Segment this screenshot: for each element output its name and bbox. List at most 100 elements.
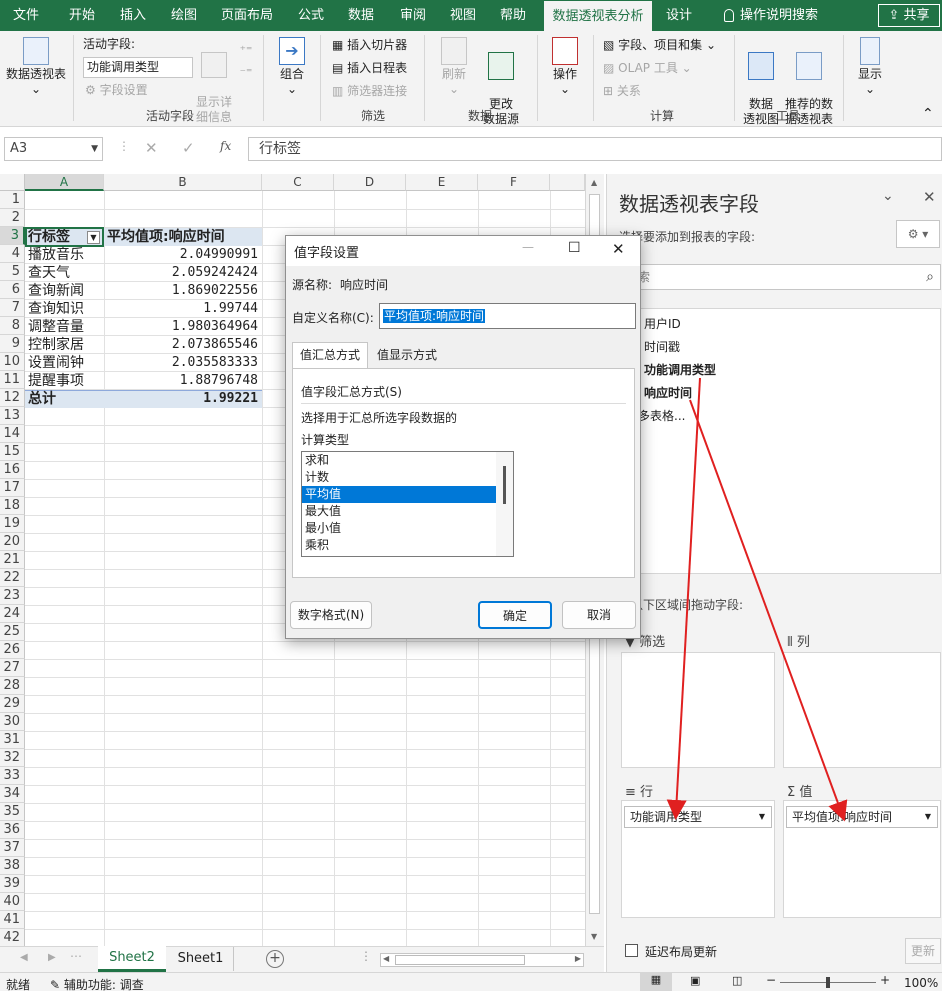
tab-review[interactable]: 审阅 bbox=[390, 0, 436, 31]
columns-area[interactable] bbox=[783, 652, 941, 768]
tab-insert[interactable]: 插入 bbox=[110, 0, 156, 31]
row-header[interactable]: 1 bbox=[0, 191, 25, 209]
select-all-corner[interactable] bbox=[0, 174, 25, 191]
row-header[interactable]: 7 bbox=[0, 299, 25, 317]
row-header[interactable]: 36 bbox=[0, 821, 25, 839]
scroll-up-icon[interactable]: ▲ bbox=[591, 178, 597, 187]
h-scroll-thumb[interactable] bbox=[395, 955, 525, 965]
field-search-input[interactable]: 搜索⌕ bbox=[619, 264, 941, 290]
row-header[interactable]: 6 bbox=[0, 281, 25, 299]
expand-detail-button[interactable]: 显示详 细信息 bbox=[194, 37, 234, 140]
pivot-row-value[interactable]: 2.035583333 bbox=[104, 354, 258, 372]
pivot-row-value[interactable]: 2.073865546 bbox=[104, 336, 258, 354]
pivot-total-value[interactable]: 1.99221 bbox=[104, 390, 258, 408]
pivot-row-value[interactable]: 1.88796748 bbox=[104, 372, 258, 390]
tab-show-values-as[interactable]: 值显示方式 bbox=[370, 344, 444, 368]
column-header-c[interactable]: C bbox=[262, 174, 334, 191]
tab-draw[interactable]: 绘图 bbox=[160, 0, 208, 31]
tab-help[interactable]: 帮助 bbox=[490, 0, 536, 31]
split-handle-icon[interactable]: ⋮ bbox=[360, 949, 372, 963]
row-header[interactable]: 27 bbox=[0, 659, 25, 677]
field-item[interactable]: 时间戳 bbox=[626, 336, 934, 359]
row-header[interactable]: 4 bbox=[0, 245, 25, 263]
rows-area[interactable]: 功能调用类型 ▼ bbox=[621, 800, 775, 918]
pivot-row-label[interactable]: 调整音量 bbox=[28, 318, 102, 336]
accessibility-status[interactable]: ✎ 辅助功能: 调查 bbox=[50, 976, 144, 993]
prev-sheet-icon[interactable]: ◀ bbox=[20, 952, 28, 963]
row-header[interactable]: 33 bbox=[0, 767, 25, 785]
row-header[interactable]: 12 bbox=[0, 389, 25, 407]
pivot-row-value[interactable]: 1.99744 bbox=[104, 300, 258, 318]
row-header[interactable]: 10 bbox=[0, 353, 25, 371]
field-item[interactable]: ✓功能调用类型 bbox=[626, 359, 934, 382]
tab-formulas[interactable]: 公式 bbox=[288, 0, 334, 31]
row-header[interactable]: 8 bbox=[0, 317, 25, 335]
row-header[interactable]: 3 bbox=[0, 227, 25, 245]
column-header-f[interactable]: F bbox=[478, 174, 550, 191]
update-button[interactable]: 更新 bbox=[905, 938, 941, 964]
row-header[interactable]: 34 bbox=[0, 785, 25, 803]
tab-design[interactable]: 设计 bbox=[656, 0, 702, 31]
filters-area[interactable] bbox=[621, 652, 775, 768]
column-header-e[interactable]: E bbox=[406, 174, 478, 191]
pivot-row-label[interactable]: 播放音乐 bbox=[28, 246, 102, 264]
row-header[interactable]: 38 bbox=[0, 857, 25, 875]
pivot-row-label[interactable]: 查询知识 bbox=[28, 300, 102, 318]
row-header[interactable]: 24 bbox=[0, 605, 25, 623]
row-header[interactable]: 40 bbox=[0, 893, 25, 911]
list-scrollbar[interactable] bbox=[496, 452, 513, 556]
row-header[interactable]: 2 bbox=[0, 209, 25, 227]
column-header-b[interactable]: B bbox=[104, 174, 262, 191]
row-header[interactable]: 15 bbox=[0, 443, 25, 461]
field-item[interactable]: 用户ID bbox=[626, 313, 934, 336]
insert-slicer-button[interactable]: ▦ 插入切片器 bbox=[332, 36, 407, 54]
calc-option[interactable]: 乘积 bbox=[302, 537, 496, 554]
column-header-d[interactable]: D bbox=[334, 174, 406, 191]
calc-option[interactable]: 最小值 bbox=[302, 520, 496, 537]
pane-settings-button[interactable]: ⚙ ▾ bbox=[896, 220, 940, 248]
pivot-row-label[interactable]: 查询新闻 bbox=[28, 282, 102, 300]
refresh-button[interactable]: 刷新 ⌄ bbox=[432, 37, 476, 97]
pivot-value-header[interactable]: 平均值项:响应时间 bbox=[107, 228, 262, 246]
formula-input[interactable]: 行标签 bbox=[248, 137, 942, 161]
row-header[interactable]: 39 bbox=[0, 875, 25, 893]
custom-name-input[interactable]: 平均值项:响应时间 bbox=[379, 303, 636, 329]
tab-page-layout[interactable]: 页面布局 bbox=[212, 0, 282, 31]
ok-button[interactable]: 确定 bbox=[478, 601, 552, 629]
column-header-g[interactable] bbox=[550, 174, 585, 191]
calc-option[interactable]: 计数 bbox=[302, 469, 496, 486]
row-header[interactable]: 18 bbox=[0, 497, 25, 515]
row-header[interactable]: 14 bbox=[0, 425, 25, 443]
column-header-a[interactable]: A bbox=[25, 174, 104, 191]
row-header[interactable]: 5 bbox=[0, 263, 25, 281]
row-header[interactable]: 28 bbox=[0, 677, 25, 695]
row-header[interactable]: 19 bbox=[0, 515, 25, 533]
zoom-thumb[interactable] bbox=[826, 977, 830, 988]
chevron-down-icon[interactable]: ⌄ bbox=[882, 188, 894, 204]
horizontal-scrollbar[interactable]: ◀ ▶ bbox=[380, 953, 584, 967]
row-header[interactable]: 41 bbox=[0, 911, 25, 929]
row-header[interactable]: 23 bbox=[0, 587, 25, 605]
row-header[interactable]: 22 bbox=[0, 569, 25, 587]
field-item[interactable]: ✓响应时间 bbox=[626, 382, 934, 405]
row-header[interactable]: 35 bbox=[0, 803, 25, 821]
tab-view[interactable]: 视图 bbox=[440, 0, 486, 31]
fields-items-sets-button[interactable]: ▧ 字段、项目和集 ⌄ bbox=[603, 36, 716, 54]
active-field-input[interactable]: 功能调用类型 bbox=[83, 57, 193, 78]
row-header[interactable]: 16 bbox=[0, 461, 25, 479]
row-field-item[interactable]: 功能调用类型 ▼ bbox=[624, 806, 772, 828]
more-sheets-icon[interactable]: ⋯ bbox=[70, 949, 82, 963]
cancel-button[interactable]: 取消 bbox=[562, 601, 636, 629]
olap-tools-button[interactable]: ▨ OLAP 工具 ⌄ bbox=[603, 59, 692, 77]
zoom-in-icon[interactable]: + bbox=[880, 973, 890, 987]
row-header[interactable]: 20 bbox=[0, 533, 25, 551]
filter-connections-button[interactable]: ▥ 筛选器连接 bbox=[332, 82, 407, 100]
row-header[interactable]: 25 bbox=[0, 623, 25, 641]
row-header[interactable]: 31 bbox=[0, 731, 25, 749]
change-data-source-button[interactable]: 更改 数据源 bbox=[476, 37, 526, 142]
tab-pivot-analyze[interactable]: 数据透视表分析 bbox=[544, 0, 652, 31]
pivot-row-label[interactable]: 设置闹钟 bbox=[28, 354, 102, 372]
tab-data[interactable]: 数据 bbox=[338, 0, 384, 31]
actions-button[interactable]: 操作 ⌄ bbox=[545, 37, 585, 97]
more-tables-link[interactable]: 更多表格... bbox=[626, 405, 934, 428]
